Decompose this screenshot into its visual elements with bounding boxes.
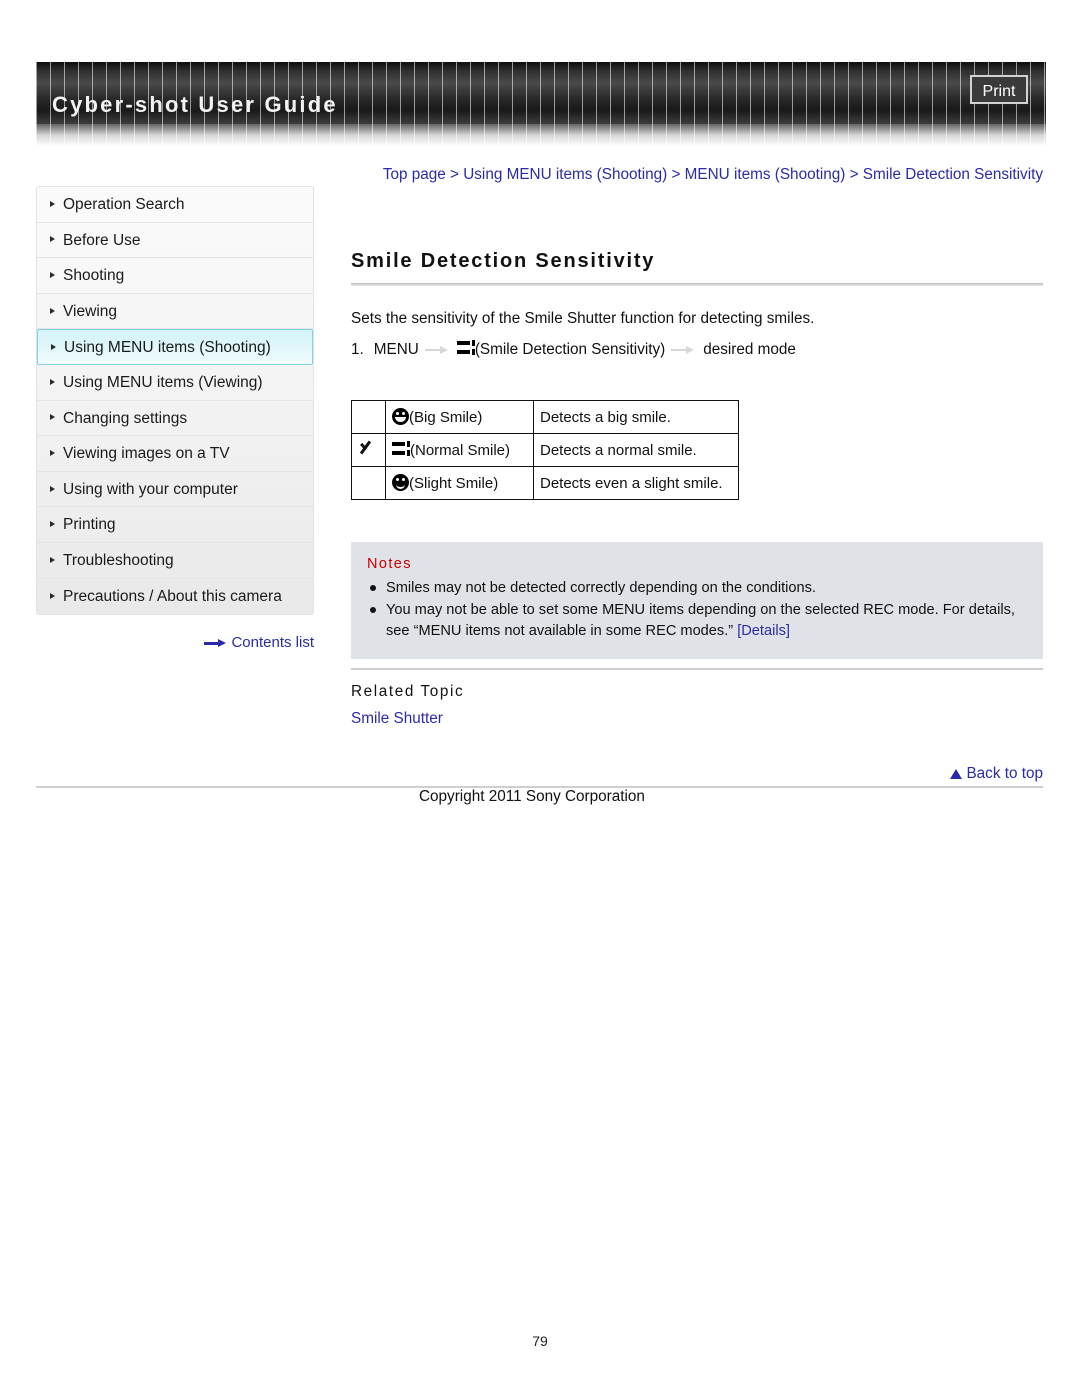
intro-text: Sets the sensitivity of the Smile Shutte… — [351, 310, 815, 327]
chevron-right-icon — [50, 307, 55, 314]
page-title: Smile Detection Sensitivity — [351, 250, 656, 272]
step-target-label: desired mode — [703, 341, 796, 358]
arrow-right-icon — [204, 638, 227, 648]
mode-label-cell: (Slight Smile) — [385, 466, 534, 500]
sidebar-item-label: Precautions / About this camera — [63, 587, 282, 605]
sidebar-item-viewing[interactable]: Viewing — [37, 294, 313, 330]
sidebar-item-troubleshooting[interactable]: Troubleshooting — [37, 543, 313, 579]
selected-cell — [351, 400, 386, 434]
page-number: 79 — [532, 1333, 548, 1349]
sidebar-item-label: Using MENU items (Shooting) — [64, 339, 271, 357]
step-menu-label: MENU — [373, 341, 419, 358]
sidebar-item-label: Using MENU items (Viewing) — [63, 373, 263, 391]
triangle-up-icon — [950, 768, 963, 779]
check-icon — [358, 439, 380, 457]
mode-label: (Normal Smile) — [410, 442, 511, 459]
chevron-right-icon — [50, 556, 55, 563]
arrow-right-icon — [423, 345, 453, 354]
contents-list-label: Contents list — [231, 634, 314, 651]
sidebar-item-operation-search[interactable]: Operation Search — [37, 187, 313, 223]
arrow-right-icon — [669, 345, 699, 354]
sidebar-item-using-menu-items-viewing[interactable]: Using MENU items (Viewing) — [37, 365, 313, 401]
note-item: Smiles may not be detected correctly dep… — [367, 578, 1027, 599]
chevron-right-icon — [50, 236, 55, 243]
chevron-right-icon — [50, 414, 55, 421]
table-row: (Big Smile) Detects a big smile. — [351, 400, 739, 434]
sidebar-item-label: Changing settings — [63, 409, 188, 427]
chevron-right-icon — [50, 449, 55, 456]
related-topic-heading: Related Topic — [351, 683, 465, 700]
step-setting-label: (Smile Detection Sensitivity) — [474, 341, 666, 358]
sidebar-item-using-with-your-computer[interactable]: Using with your computer — [37, 472, 313, 508]
smile-mode-table: (Big Smile) Detects a big smile. (Normal… — [351, 400, 739, 500]
chevron-right-icon — [50, 592, 55, 599]
sidebar-item-label: Viewing images on a TV — [63, 445, 230, 463]
contents-list-link[interactable]: Contents list — [36, 634, 314, 651]
chevron-right-icon — [50, 485, 55, 492]
sidebar-item-label: Troubleshooting — [63, 551, 174, 569]
chevron-right-icon — [50, 521, 55, 528]
selected-cell — [351, 433, 386, 467]
mode-description-cell: Detects even a slight smile. — [533, 466, 739, 500]
mode-label-cell: (Normal Smile) — [385, 433, 534, 467]
chevron-right-icon — [50, 200, 55, 207]
details-link[interactable]: [Details] — [737, 623, 790, 639]
sidebar-item-label: Printing — [63, 516, 116, 534]
app-title: Cyber-shot User Guide — [52, 92, 338, 117]
sidebar-item-precautions-about-this-camera[interactable]: Precautions / About this camera — [37, 579, 313, 615]
big-smile-icon — [392, 408, 409, 425]
mode-description-cell: Detects a big smile. — [533, 400, 739, 434]
note-text: You may not be able to set some MENU ite… — [386, 602, 1015, 639]
sidebar-item-printing[interactable]: Printing — [37, 507, 313, 543]
notes-box: Notes Smiles may not be detected correct… — [351, 542, 1043, 659]
note-text: Smiles may not be detected correctly dep… — [386, 580, 816, 596]
chevron-right-icon — [50, 271, 55, 278]
sidebar-item-using-menu-items-shooting[interactable]: Using MENU items (Shooting) — [37, 329, 313, 365]
sidebar-item-before-use[interactable]: Before Use — [37, 223, 313, 259]
sidebar-item-changing-settings[interactable]: Changing settings — [37, 401, 313, 437]
sidebar-item-label: Viewing — [63, 302, 118, 320]
mode-label-cell: (Big Smile) — [385, 400, 534, 434]
back-to-top-label: Back to top — [966, 765, 1043, 782]
mode-label: (Slight Smile) — [409, 475, 499, 492]
notes-title: Notes — [367, 556, 412, 572]
sidebar-item-shooting[interactable]: Shooting — [37, 258, 313, 294]
bullet-icon — [370, 585, 376, 591]
related-divider — [351, 668, 1043, 670]
normal-smile-icon — [456, 340, 475, 356]
table-row: (Slight Smile) Detects even a slight smi… — [351, 466, 739, 500]
sidebar-item-viewing-images-on-a-tv[interactable]: Viewing images on a TV — [37, 436, 313, 472]
step-instruction: 1. MENU (Smile Detection Sensitivity) desir… — [351, 340, 1043, 359]
bullet-icon — [370, 607, 376, 613]
back-to-top-link[interactable]: Back to top — [351, 765, 1043, 783]
chevron-right-icon — [51, 343, 56, 350]
note-item: You may not be able to set some MENU ite… — [367, 600, 1027, 642]
sidebar-nav: Operation Search Before Use Shooting Vie… — [36, 186, 314, 616]
table-row: (Normal Smile) Detects a normal smile. — [351, 433, 739, 467]
copyright-text: Copyright 2011 Sony Corporation — [419, 788, 645, 805]
normal-smile-icon — [392, 441, 410, 457]
chevron-right-icon — [50, 378, 55, 385]
title-divider — [351, 283, 1043, 286]
mode-description-cell: Detects a normal smile. — [533, 433, 739, 467]
sidebar-item-label: Operation Search — [63, 196, 185, 213]
mode-label: (Big Smile) — [409, 409, 483, 426]
breadcrumb[interactable]: Top page > Using MENU items (Shooting) >… — [351, 163, 1043, 187]
print-button[interactable]: Print — [970, 75, 1028, 104]
sidebar-item-label: Shooting — [63, 267, 125, 285]
selected-cell — [351, 466, 386, 500]
related-topic-link[interactable]: Smile Shutter — [351, 710, 443, 728]
step-number: 1. — [351, 341, 364, 358]
slight-smile-icon — [392, 474, 409, 491]
sidebar-item-label: Using with your computer — [63, 480, 238, 498]
banner-gradient-strip — [36, 124, 1046, 146]
sidebar-item-label: Before Use — [63, 231, 141, 249]
